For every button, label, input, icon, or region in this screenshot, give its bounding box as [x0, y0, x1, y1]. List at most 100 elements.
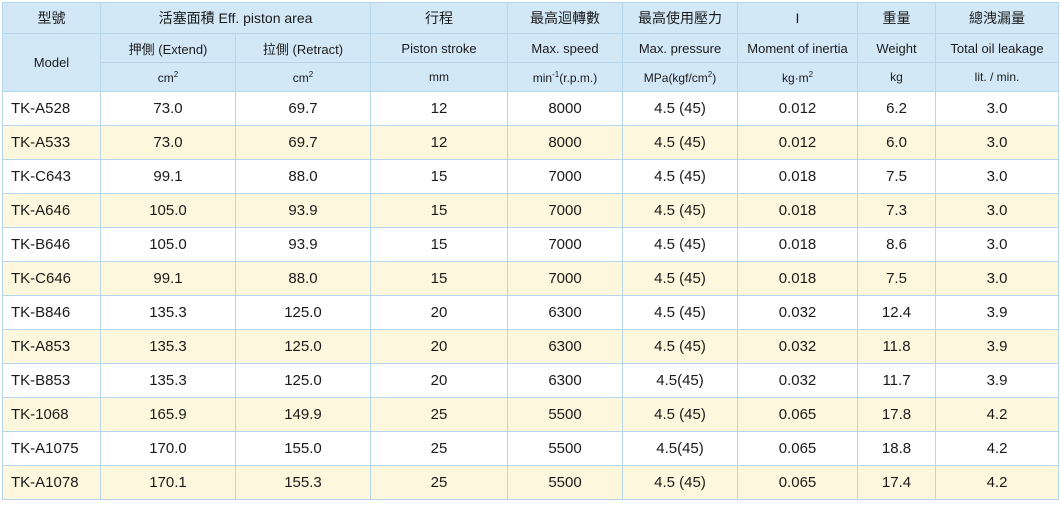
cell-retract: 155.3 — [235, 465, 371, 500]
header-retract-zh: 拉側 — [262, 41, 289, 57]
table-body: TK-A528 73.0 69.7 12 8000 4.5 (45) 0.012 6.2 3.0… — [2, 91, 1059, 500]
cell-leak: 4.2 — [935, 465, 1059, 500]
header-stroke-zh: 行程 — [370, 2, 508, 34]
unit-retract-exp: 2 — [308, 69, 314, 79]
cell-retract: 93.9 — [235, 227, 371, 262]
cell-leak: 3.9 — [935, 295, 1059, 330]
unit-pressure-b: ) — [712, 70, 717, 85]
cell-pressure: 4.5 (45) — [622, 397, 738, 432]
unit-retract-base: cm — [292, 70, 309, 85]
header-speed-en: Max. speed — [507, 33, 623, 63]
cell-stroke: 12 — [370, 91, 508, 126]
cell-speed: 7000 — [507, 261, 623, 296]
cell-inertia: 0.012 — [737, 125, 858, 160]
header-weight-zh: 重量 — [857, 2, 936, 34]
cell-pressure: 4.5 (45) — [622, 91, 738, 126]
cell-leak: 3.0 — [935, 91, 1059, 126]
unit-extend-exp: 2 — [173, 69, 179, 79]
cell-leak: 4.2 — [935, 431, 1059, 466]
cell-extend: 135.3 — [100, 363, 236, 398]
cell-extend: 170.0 — [100, 431, 236, 466]
cell-inertia: 0.065 — [737, 465, 858, 500]
cell-weight: 18.8 — [857, 431, 936, 466]
cell-model: TK-C646 — [2, 261, 101, 296]
cell-pressure: 4.5 (45) — [622, 125, 738, 160]
cell-inertia: 0.065 — [737, 431, 858, 466]
cell-inertia: 0.065 — [737, 397, 858, 432]
cell-inertia: 0.018 — [737, 261, 858, 296]
cell-leak: 3.0 — [935, 159, 1059, 194]
cell-leak: 3.9 — [935, 363, 1059, 398]
cell-retract: 125.0 — [235, 363, 371, 398]
cell-model: TK-A528 — [2, 91, 101, 126]
cell-pressure: 4.5 (45) — [622, 261, 738, 296]
cell-leak: 3.0 — [935, 227, 1059, 262]
cell-pressure: 4.5(45) — [622, 431, 738, 466]
cell-speed: 5500 — [507, 465, 623, 500]
cell-model: TK-A533 — [2, 125, 101, 160]
unit-pressure-a: MPa(kgf/cm — [643, 70, 708, 85]
cell-speed: 7000 — [507, 227, 623, 262]
cell-weight: 17.8 — [857, 397, 936, 432]
cell-stroke: 15 — [370, 227, 508, 262]
cell-inertia: 0.032 — [737, 329, 858, 364]
cell-extend: 99.1 — [100, 261, 236, 296]
unit-extend-base: cm — [157, 70, 174, 85]
cell-model: TK-C643 — [2, 159, 101, 194]
table-row: TK-B846 135.3 125.0 20 6300 4.5 (45) 0.032 12.4… — [2, 295, 1059, 330]
cell-model: TK-B646 — [2, 227, 101, 262]
spec-table: 型號 活塞面積 Eff. piston area 行程 最高迴轉數 最高使用壓力… — [2, 2, 1059, 500]
cell-extend: 105.0 — [100, 193, 236, 228]
unit-inertia-exp: 2 — [808, 69, 814, 79]
cell-weight: 12.4 — [857, 295, 936, 330]
header-extend: 押側 (Extend) — [100, 33, 236, 63]
cell-leak: 4.2 — [935, 397, 1059, 432]
cell-inertia: 0.018 — [737, 193, 858, 228]
header-inertia-zh: I — [737, 2, 858, 34]
cell-pressure: 4.5 (45) — [622, 227, 738, 262]
header-weight-en: Weight — [857, 33, 936, 63]
unit-inertia-a: kg·m — [781, 70, 809, 85]
header-extend-en: (Extend) — [158, 41, 208, 57]
header-leak-zh: 總洩漏量 — [935, 2, 1059, 34]
cell-inertia: 0.012 — [737, 91, 858, 126]
table-row: TK-C646 99.1 88.0 15 7000 4.5 (45) 0.018 7.5 3.0 — [2, 261, 1059, 296]
cell-speed: 8000 — [507, 125, 623, 160]
unit-leak: lit. / min. — [935, 62, 1059, 92]
cell-extend: 73.0 — [100, 125, 236, 160]
unit-speed-b: (r.p.m.) — [559, 70, 598, 85]
cell-retract: 125.0 — [235, 295, 371, 330]
cell-extend: 135.3 — [100, 295, 236, 330]
cell-extend: 105.0 — [100, 227, 236, 262]
header-area-en: Eff. piston area — [218, 10, 313, 26]
header-stroke-en: Piston stroke — [370, 33, 508, 63]
cell-stroke: 15 — [370, 193, 508, 228]
cell-weight: 7.5 — [857, 159, 936, 194]
header-retract-en: (Retract) — [292, 41, 344, 57]
cell-inertia: 0.032 — [737, 295, 858, 330]
table-row: TK-A1075 170.0 155.0 25 5500 4.5(45) 0.065 18.8… — [2, 431, 1059, 466]
cell-model: TK-A646 — [2, 193, 101, 228]
cell-inertia: 0.018 — [737, 227, 858, 262]
table-row: TK-A853 135.3 125.0 20 6300 4.5 (45) 0.032 11.8… — [2, 329, 1059, 364]
cell-model: TK-1068 — [2, 397, 101, 432]
cell-retract: 69.7 — [235, 91, 371, 126]
cell-retract: 88.0 — [235, 261, 371, 296]
table-row: TK-A528 73.0 69.7 12 8000 4.5 (45) 0.012 6.2 3.0 — [2, 91, 1059, 126]
header-row-zh: 型號 活塞面積 Eff. piston area 行程 最高迴轉數 最高使用壓力… — [2, 2, 1059, 34]
cell-model: TK-A1078 — [2, 465, 101, 500]
cell-stroke: 20 — [370, 363, 508, 398]
cell-speed: 5500 — [507, 397, 623, 432]
cell-model: TK-B846 — [2, 295, 101, 330]
cell-inertia: 0.018 — [737, 159, 858, 194]
cell-pressure: 4.5(45) — [622, 363, 738, 398]
header-row-units: cm2 cm2 mm min-1(r.p.m.) MPa(kgf/cm2) kg… — [3, 62, 1059, 92]
cell-speed: 8000 — [507, 91, 623, 126]
cell-pressure: 4.5 (45) — [622, 465, 738, 500]
cell-leak: 3.0 — [935, 193, 1059, 228]
cell-stroke: 20 — [370, 295, 508, 330]
cell-model: TK-A1075 — [2, 431, 101, 466]
table-row: TK-A533 73.0 69.7 12 8000 4.5 (45) 0.012 6.0 3.0 — [2, 125, 1059, 160]
cell-leak: 3.0 — [935, 261, 1059, 296]
table-header: 型號 活塞面積 Eff. piston area 行程 最高迴轉數 最高使用壓力… — [2, 2, 1059, 92]
